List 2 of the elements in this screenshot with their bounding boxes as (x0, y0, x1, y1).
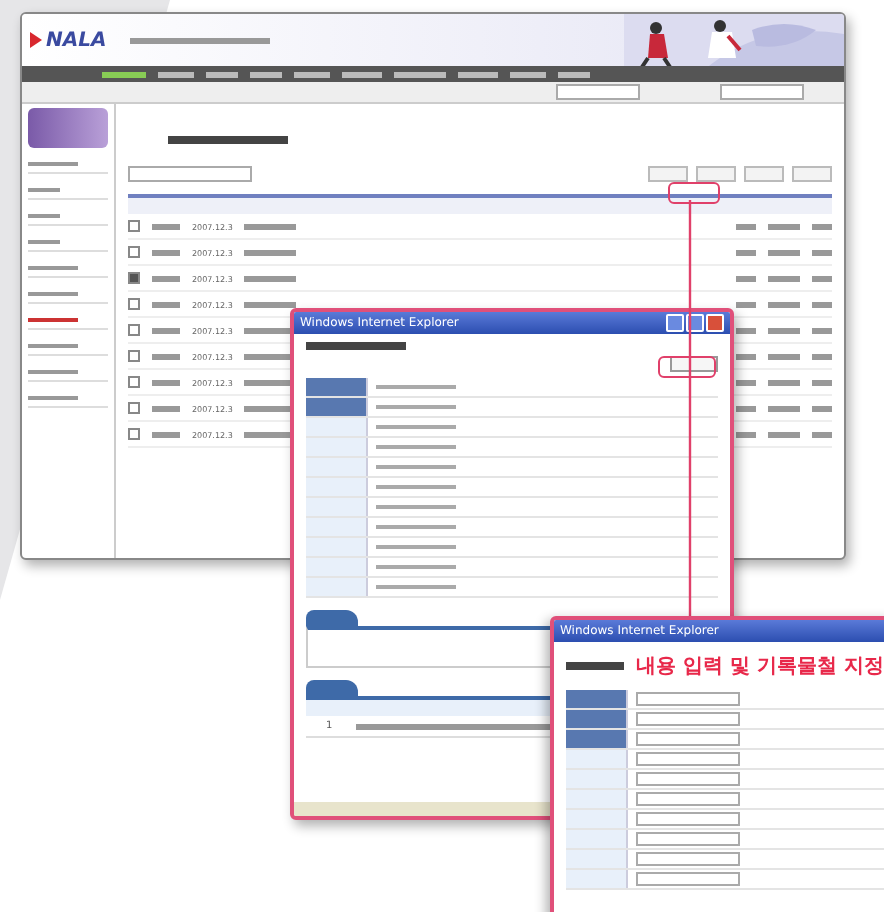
logo: NALA (46, 29, 107, 51)
annotation: 내용 입력 및 기록물철 지정 (636, 654, 884, 680)
